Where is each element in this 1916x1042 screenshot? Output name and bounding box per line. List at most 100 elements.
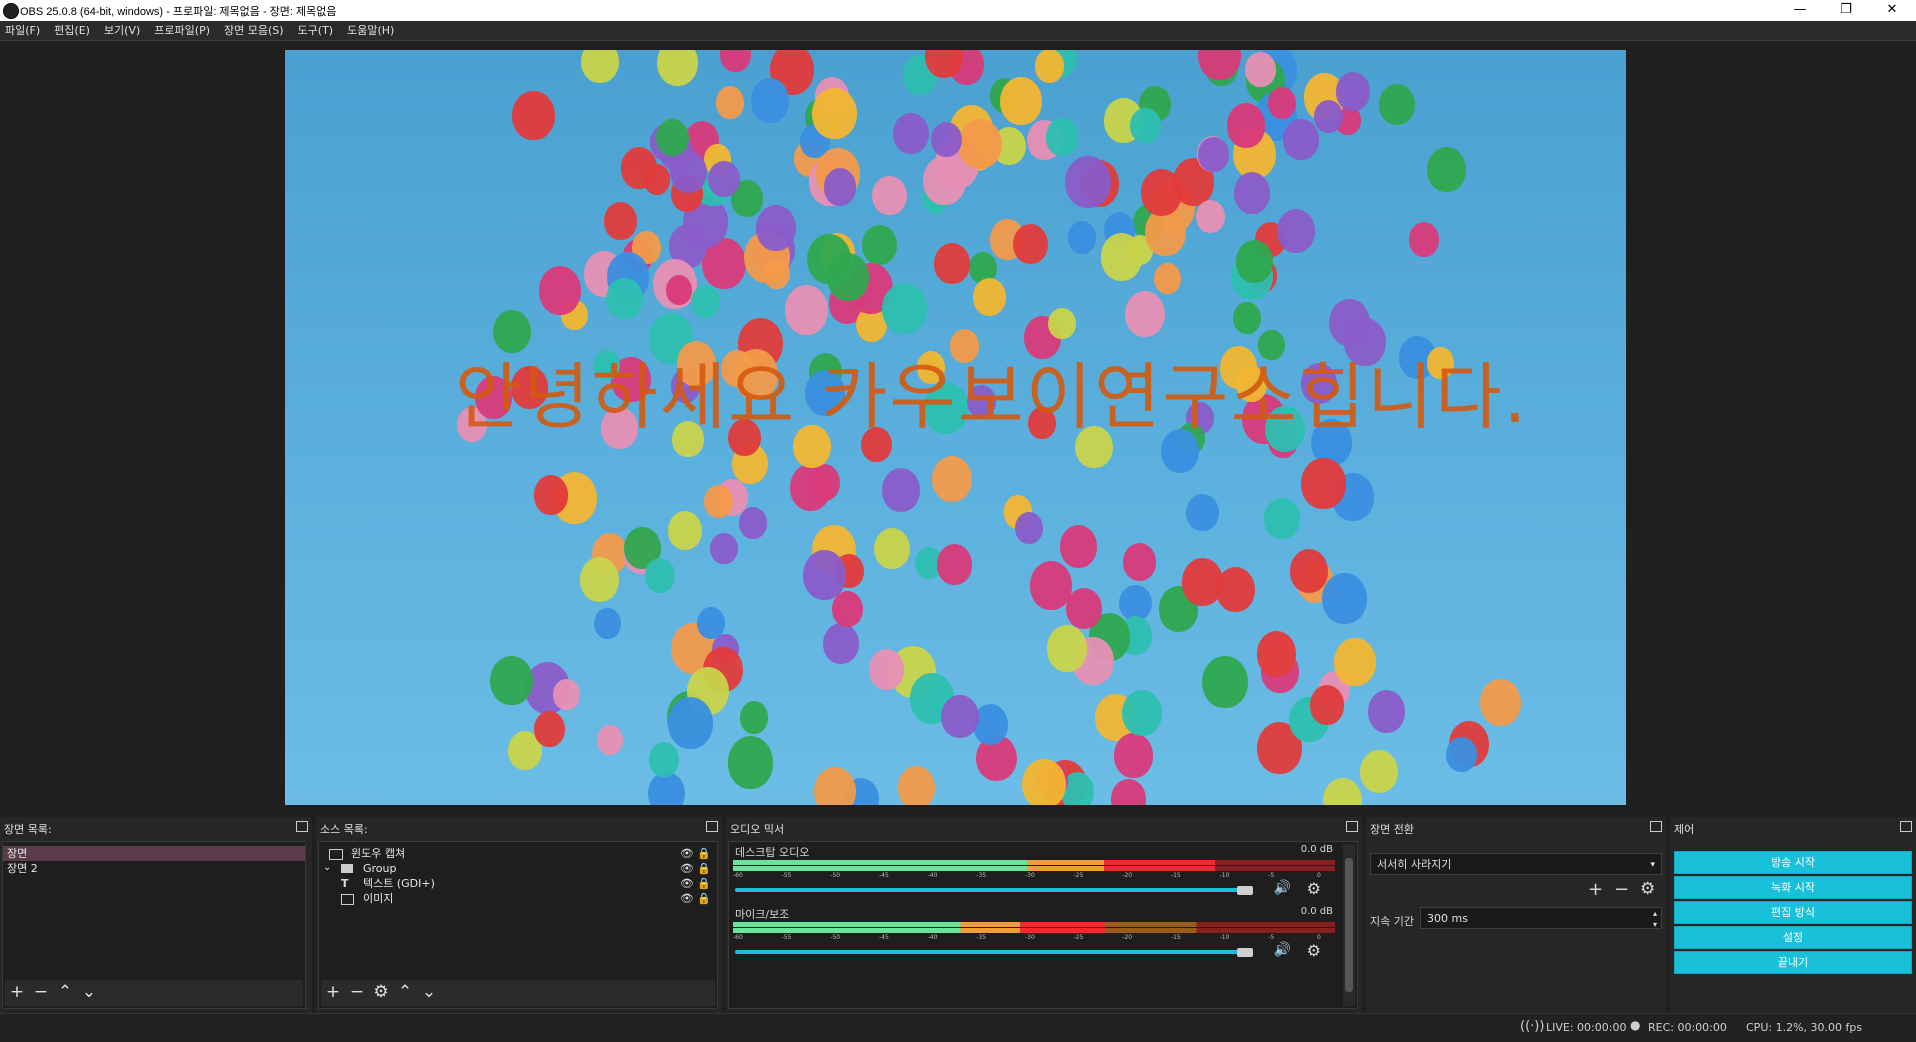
volume-slider[interactable] [735,888,1245,892]
undock-icon[interactable] [1900,821,1912,832]
source-item[interactable]: 윈도우 캡쳐 👁 🔒 [319,846,717,861]
balloon-shape [1034,50,1065,83]
balloon-shape [1110,778,1147,805]
menu-help[interactable]: 도움말(H) [342,21,403,40]
undock-icon[interactable] [296,821,308,832]
undock-icon[interactable] [1650,821,1662,832]
balloon-shape [1065,155,1112,209]
exit-button[interactable]: 끝내기 [1674,951,1912,974]
balloon-shape [789,463,831,512]
balloon-shape [785,285,829,335]
lock-icon[interactable]: 🔒 [697,877,711,890]
balloon-shape [868,649,904,690]
eye-icon[interactable]: 👁 [680,892,694,905]
eye-icon[interactable]: 👁 [680,862,694,875]
scrollbar-thumb[interactable] [1345,858,1353,992]
studio-mode-button[interactable]: 편집 방식 [1674,901,1912,924]
move-down-icon[interactable]: ⌄ [417,980,441,1004]
move-up-icon[interactable]: ⌃ [393,980,417,1004]
balloon-shape [1290,549,1328,594]
balloon-shape [1256,631,1297,677]
meter-tick-label: 0 [1316,934,1321,941]
eye-icon[interactable]: 👁 [680,847,694,860]
add-icon[interactable]: + [5,980,29,1004]
scene-item[interactable]: 장면 [3,846,305,861]
transition-selected: 서서히 사라지기 [1377,858,1452,871]
lock-icon[interactable]: 🔒 [697,847,711,860]
balloon-shape [596,725,623,756]
balloon-shape [579,557,620,603]
volume-slider-handle[interactable] [1237,886,1253,895]
duration-label: 지속 기간 [1370,915,1414,928]
balloon-shape [533,474,569,515]
menu-tools[interactable]: 도구(T) [293,21,343,40]
start-recording-button[interactable]: 녹화 시작 [1674,876,1912,899]
remove-icon[interactable]: − [29,980,53,1004]
scene-item[interactable]: 장면 2 [3,861,305,876]
menu-profile[interactable]: 프로파일(P) [149,21,219,40]
preview-area: 안녕하세요 카우보이연구소힙니다. [0,41,1916,809]
mixer-dock-title: 오디오 믹서 [730,823,785,836]
volume-meter [733,928,1335,933]
menu-edit[interactable]: 편집(E) [49,21,99,40]
start-streaming-button[interactable]: 방송 시작 [1674,851,1912,874]
chevron-down-icon[interactable]: ⌄ [323,860,331,875]
lock-icon[interactable]: 🔒 [697,862,711,875]
balloon-shape [691,284,721,319]
volume-slider-handle[interactable] [1237,948,1253,957]
volume-slider[interactable] [735,950,1245,954]
eye-icon[interactable]: 👁 [680,877,694,890]
transition-select[interactable]: 서서히 사라지기 ▾ [1370,853,1662,875]
menu-file[interactable]: 파일(F) [0,21,49,40]
source-label: Group [363,862,397,875]
text-icon: T [341,877,349,890]
restore-button[interactable]: ❐ [1823,0,1869,21]
balloon-shape [1046,625,1088,672]
balloon-shape [606,277,643,320]
remove-icon[interactable]: − [1614,879,1629,900]
duration-spinbox[interactable]: 300 ms ▴ ▾ [1420,907,1662,929]
settings-button[interactable]: 설정 [1674,926,1912,949]
gear-icon[interactable]: ⚙ [369,980,393,1004]
balloon-shape [581,50,619,84]
move-up-icon[interactable]: ⌃ [53,980,77,1004]
balloon-shape [668,511,703,551]
gear-icon[interactable]: ⚙ [1640,879,1655,899]
source-item[interactable]: 이미지 👁 🔒 [319,891,717,906]
balloon-shape [1140,168,1182,217]
balloon-shape [831,590,863,627]
source-item[interactable]: ⌄ Group 👁 🔒 [319,861,717,876]
close-button[interactable]: ✕ [1869,0,1915,21]
menu-scene-collection[interactable]: 장면 모음(S) [219,21,293,40]
spin-down-icon[interactable]: ▾ [1653,914,1657,936]
balloon-shape [1277,209,1316,253]
meter-tick-label: -10 [1219,872,1230,879]
add-icon[interactable]: + [321,980,345,1004]
balloon-shape [1268,86,1297,119]
speaker-icon[interactable]: 🔊 [1274,880,1291,896]
sources-dock: 소스 목록: 윈도우 캡쳐 👁 🔒 ⌄ Group 👁 🔒 T 텍스트 (GDI… [316,817,722,1013]
gear-icon[interactable]: ⚙ [1307,941,1321,960]
meter-level [733,866,1215,871]
balloon-shape [657,50,699,87]
gear-icon[interactable]: ⚙ [1307,879,1321,898]
balloon-shape [1264,498,1300,540]
menu-view[interactable]: 보기(V) [99,21,149,40]
balloon-shape [1045,118,1079,156]
move-down-icon[interactable]: ⌄ [77,980,101,1004]
source-item[interactable]: T 텍스트 (GDI+) 👁 🔒 [319,876,717,891]
lock-icon[interactable]: 🔒 [697,892,711,905]
preview-canvas[interactable]: 안녕하세요 카우보이연구소힙니다. [285,50,1626,805]
sources-toolbar: + − ⚙ ⌃ ⌄ [321,980,715,1006]
balloon-shape [1233,172,1270,215]
mixer-scrollbar[interactable] [1343,844,1355,1006]
speaker-icon[interactable]: 🔊 [1274,942,1291,958]
add-icon[interactable]: + [1588,879,1603,900]
minimize-button[interactable]: — [1777,0,1823,21]
undock-icon[interactable] [1346,821,1358,832]
meter-tick-label: -30 [1024,934,1035,941]
undock-icon[interactable] [706,821,718,832]
balloon-shape [1445,737,1477,773]
remove-icon[interactable]: − [345,980,369,1004]
meter-tick-label: -5 [1268,872,1275,879]
